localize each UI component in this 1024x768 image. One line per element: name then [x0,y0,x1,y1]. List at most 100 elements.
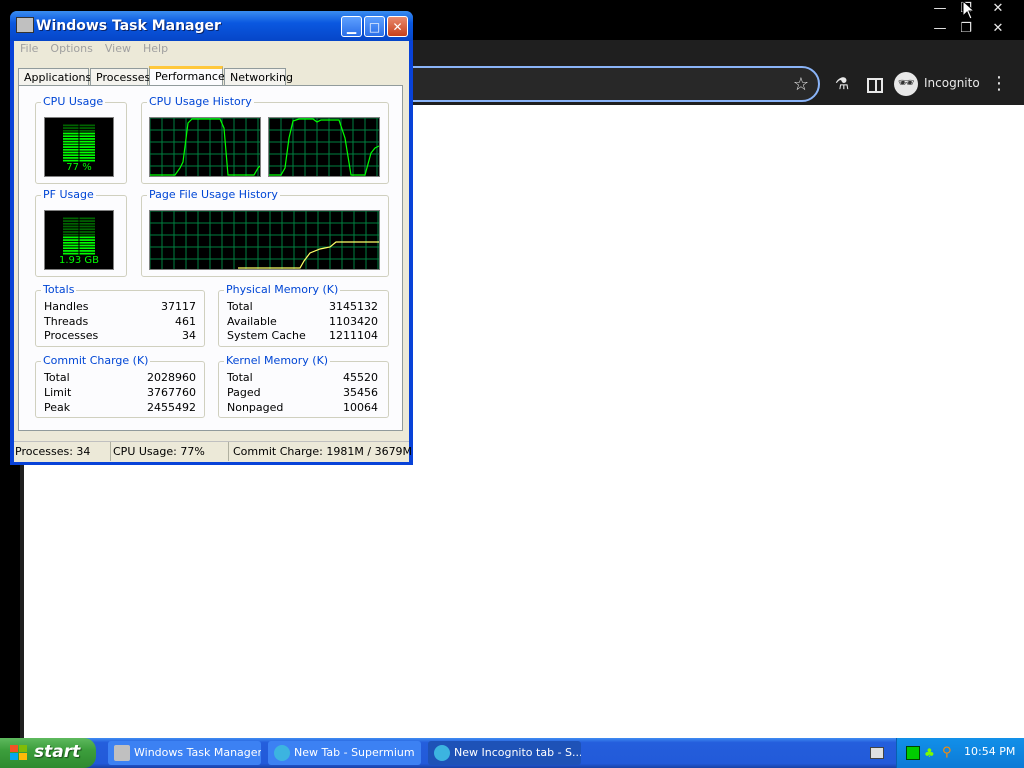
cpu-history-line-2 [269,118,380,176]
physical-memory-row: Available 1103420 [227,315,378,329]
cpu-usage-gauge: 77 % [44,117,114,177]
physical-memory-row: System Cache 1211104 [227,329,378,343]
kernel-memory-row: Paged 35456 [227,386,378,400]
commit-charge-label: Commit Charge (K) [41,354,151,368]
keyboard-icon[interactable] [870,747,884,759]
pf-usage-label: PF Usage [41,188,96,202]
task-manager-tray-icon[interactable] [906,746,920,760]
menu-bar: File Options View Help [14,41,409,59]
cpu-usage-value: 77 % [66,162,92,173]
totals-label: Totals [41,283,77,297]
windows-logo-icon [10,745,28,761]
stat-key: Peak [44,401,71,414]
pf-history-line [238,241,379,269]
stat-key: Nonpaged [227,401,284,414]
stat-value: 3145132 [329,300,378,313]
close-button[interactable]: ✕ [387,16,408,37]
cpu-usage-group: CPU Usage 77 % [35,95,127,184]
kernel-memory-group: Kernel Memory (K) Total 45520 Paged 35456 … [218,354,389,418]
commit-charge-row: Total 2028960 [44,371,196,385]
stat-value: 45520 [343,371,378,384]
pf-history-graph [149,210,380,270]
tab-processes[interactable]: Processes [90,68,150,86]
cpu-usage-label: CPU Usage [41,95,106,109]
menu-help[interactable]: Help [137,41,174,57]
kernel-memory-label: Kernel Memory (K) [224,354,331,368]
tab-networking[interactable]: Networking [224,68,293,86]
stat-key: Available [227,315,277,328]
outer-close-button[interactable]: ✕ [984,0,1012,18]
stat-value: 1211104 [329,329,378,342]
status-commit-charge: Commit Charge: 1981M / 3679M [233,445,413,458]
taskbar-item-supermium[interactable]: New Tab - Supermium [268,741,421,765]
physical-memory-row: Total 3145132 [227,300,378,314]
network-icon[interactable]: ♣ [924,746,938,760]
stat-value: 37117 [161,300,196,313]
totals-row: Threads 461 [44,315,196,329]
menu-file[interactable]: File [14,41,44,57]
pf-usage-value: 1.93 GB [58,255,100,266]
stat-key: Processes [44,329,99,342]
cpu-history-plot-1 [149,117,261,176]
stat-key: Total [227,300,253,313]
clock[interactable]: 10:54 PM [964,745,1015,758]
tab-applications[interactable]: Applications [18,68,91,86]
pf-history-group: Page File Usage History [141,188,389,277]
task-manager-icon [16,17,34,33]
stat-value: 461 [175,315,196,328]
start-label[interactable]: start [34,742,80,762]
totals-group: Totals Handles 37117 Threads 461 Processes… [35,283,205,347]
incognito-label[interactable]: Incognito [924,76,980,90]
physical-memory-group: Physical Memory (K) Total 3145132 Availab… [218,283,389,347]
tab-performance[interactable]: Performance [149,66,225,87]
physical-memory-label: Physical Memory (K) [224,283,341,297]
address-bar[interactable] [380,66,820,102]
cpu-history-graph-2 [268,117,380,177]
flask-icon[interactable]: ⚗ [832,74,852,94]
menu-view[interactable]: View [99,41,137,57]
cpu-history-line-1 [150,118,261,176]
more-vert-icon[interactable]: ⋮ [990,74,1008,94]
outer-minimize-button[interactable]: — [926,0,954,18]
stat-key: Paged [227,386,261,399]
taskbar-item-label: New Tab - Supermium [294,746,415,759]
browser-close-button[interactable]: ✕ [984,20,1012,38]
window-title: Windows Task Manager [36,18,221,34]
browser-minimize-button[interactable]: — [926,20,954,38]
taskbar-item-label: Windows Task Manager [134,746,261,759]
star-icon[interactable]: ☆ [790,74,812,96]
stat-key: Limit [44,386,72,399]
commit-charge-row: Peak 2455492 [44,401,196,415]
stat-value: 1103420 [329,315,378,328]
kernel-memory-row: Total 45520 [227,371,378,385]
kernel-memory-row: Nonpaged 10064 [227,401,378,415]
browser-restore-button[interactable]: ❐ [952,20,980,38]
cpu-history-graph-1 [149,117,261,177]
stat-value: 10064 [343,401,378,414]
pf-usage-gauge: 1.93 GB [44,210,114,270]
totals-row: Handles 37117 [44,300,196,314]
stat-key: System Cache [227,329,306,342]
task-manager-icon [114,745,130,761]
taskbar-item-label: New Incognito tab - S... [454,746,581,759]
browser-icon [434,745,450,761]
stat-value: 2455492 [147,401,196,414]
taskbar-item-incognito[interactable]: New Incognito tab - S... [428,741,581,765]
mouse-cursor-icon [962,0,976,20]
incognito-icon[interactable]: 🕶 [894,72,918,96]
pf-history-label: Page File Usage History [147,188,280,202]
taskbar-item-task-manager[interactable]: Windows Task Manager [108,741,261,765]
minimize-button[interactable]: ▁ [341,16,362,37]
commit-charge-row: Limit 3767760 [44,386,196,400]
totals-row: Processes 34 [44,329,196,343]
menu-options[interactable]: Options [44,41,98,57]
stat-value: 2028960 [147,371,196,384]
side-panel-icon[interactable] [864,74,884,94]
commit-charge-group: Commit Charge (K) Total 2028960 Limit 3767… [35,354,205,418]
stat-key: Threads [44,315,89,328]
pf-history-plot [149,210,379,269]
search-icon[interactable]: ⚲ [942,746,956,760]
stat-value: 34 [182,329,196,342]
maximize-button[interactable]: □ [364,16,385,37]
stat-key: Handles [44,300,89,313]
